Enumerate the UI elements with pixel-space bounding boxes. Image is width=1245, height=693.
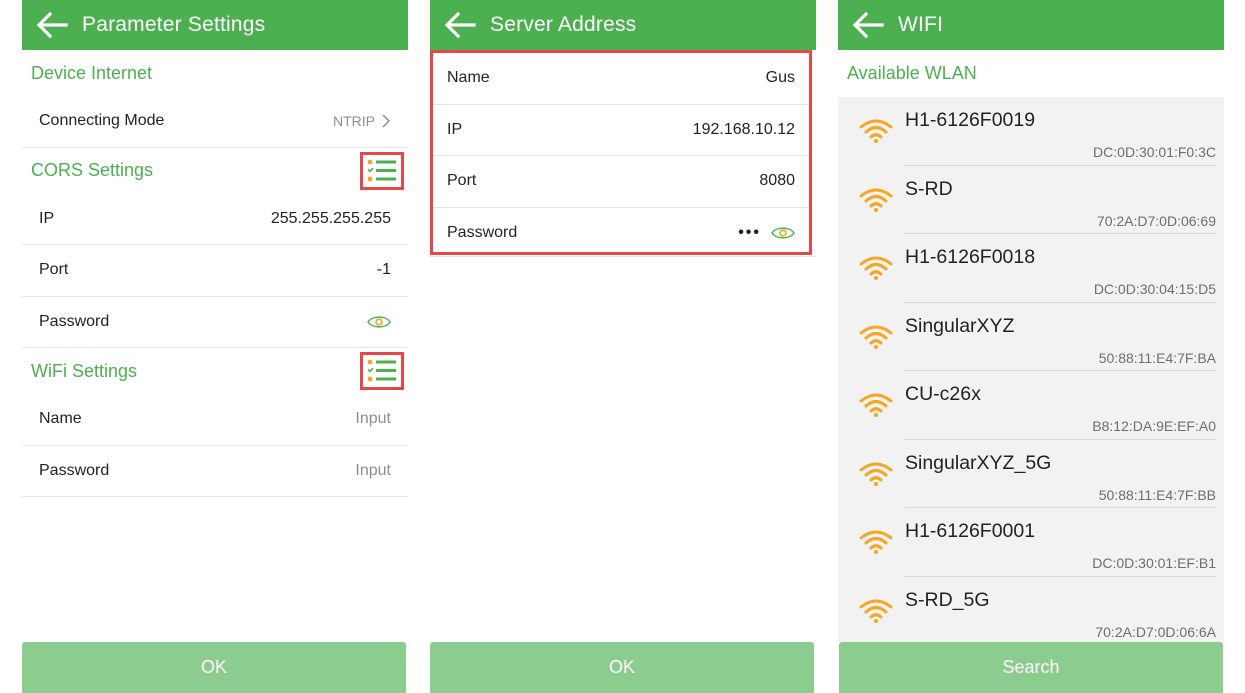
device-internet-header: Device Internet	[31, 62, 153, 83]
wlan-ssid: H1-6126F0001	[905, 520, 1036, 542]
wlan-list-item[interactable]: S-RD_5G 70:2A:D7:0D:06:6A	[838, 577, 1224, 643]
cors-ip-value[interactable]: 255.255.255.255	[271, 210, 391, 228]
server-password-row[interactable]: Password •••	[433, 208, 809, 260]
parameter-settings-screen: Parameter Settings Device Internet Conne…	[22, 0, 408, 693]
wlan-list-item[interactable]: SingularXYZ_5G 50:88:11:E4:7F:BB	[838, 440, 1224, 508]
back-button[interactable]	[430, 0, 490, 50]
wlan-mac: 50:88:11:E4:7F:BB	[1098, 486, 1216, 503]
wlan-list-item[interactable]: SingularXYZ 50:88:11:E4:7F:BA	[838, 303, 1224, 371]
wlan-mac: 70:2A:D7:0D:06:69	[1096, 212, 1216, 229]
eye-icon[interactable]	[367, 314, 391, 330]
wifi-signal-icon	[859, 599, 893, 623]
divider	[430, 256, 816, 257]
wifi-screen: WIFI Available WLAN H1-6126F0019 DC:0D:30…	[838, 0, 1224, 693]
server-address-screen: Server Address Name Gus IP 192.168.10.12…	[430, 0, 816, 693]
cors-port-label: Port	[39, 261, 69, 279]
cors-ip-label: IP	[39, 209, 55, 227]
wifi-signal-icon	[859, 188, 893, 212]
wlan-list-item[interactable]: S-RD 70:2A:D7:0D:06:69	[838, 166, 1224, 234]
server-name-label: Name	[447, 69, 490, 87]
page-title: Parameter Settings	[82, 13, 266, 36]
wifi-signal-icon	[859, 393, 893, 417]
wifi-password-row[interactable]: Password Input	[22, 446, 408, 497]
ok-button[interactable]: OK	[430, 642, 814, 693]
parameter-settings-titlebar: Parameter Settings	[22, 0, 408, 50]
wlan-mac: DC:0D:30:04:15:D5	[1093, 281, 1216, 297]
server-password-value[interactable]: •••	[738, 224, 795, 242]
server-ip-label: IP	[447, 120, 463, 138]
arrow-left-icon	[36, 11, 68, 39]
password-mask: •••	[738, 224, 761, 242]
wifi-titlebar: WIFI	[838, 0, 1224, 50]
chevron-right-icon	[382, 114, 391, 128]
wlan-ssid: H1-6126F0018	[905, 246, 1036, 268]
server-port-label: Port	[447, 172, 477, 190]
wlan-mac: B8:12:DA:9E:EF:A0	[1092, 418, 1216, 434]
server-ip-row[interactable]: IP 192.168.10.12	[433, 105, 809, 156]
wlan-ssid: S-RD_5G	[905, 588, 990, 611]
wifi-signal-icon	[859, 462, 893, 486]
cors-password-label: Password	[39, 312, 110, 330]
wlan-ssid: SingularXYZ	[905, 314, 1015, 337]
wifi-name-input[interactable]: Input	[355, 410, 391, 428]
page-title: WIFI	[898, 13, 944, 36]
wlan-list-item[interactable]: H1-6126F0019 DC:0D:30:01:F0:3C	[838, 97, 1224, 166]
cors-ip-row[interactable]: IP 255.255.255.255	[22, 194, 408, 245]
wlan-mac: DC:0D:30:01:F0:3C	[1093, 144, 1216, 160]
cors-port-row[interactable]: Port -1	[22, 245, 408, 297]
server-port-value[interactable]: 8080	[759, 172, 795, 190]
wlan-ssid: S-RD	[905, 177, 953, 200]
wlan-list-item[interactable]: H1-6126F0001 DC:0D:30:01:EF:B1	[838, 508, 1224, 577]
server-address-titlebar: Server Address	[430, 0, 816, 50]
server-name-value[interactable]: Gus	[766, 69, 795, 87]
wifi-list-button[interactable]	[360, 352, 404, 390]
wlan-ssid: SingularXYZ_5G	[905, 451, 1052, 474]
wlan-ssid: H1-6126F0019	[905, 109, 1036, 131]
arrow-left-icon	[444, 11, 476, 39]
cors-list-button[interactable]	[360, 151, 404, 190]
wifi-name-row[interactable]: Name Input	[22, 394, 408, 446]
cors-password-row[interactable]: Password	[22, 297, 408, 348]
wlan-mac: 70:2A:D7:0D:06:6A	[1095, 623, 1216, 640]
connecting-mode-value[interactable]: NTRIP	[333, 113, 391, 129]
wlan-mac: 50:88:11:E4:7F:BA	[1098, 349, 1216, 366]
wifi-settings-header: WiFi Settings	[22, 348, 408, 394]
server-address-form: Name Gus IP 192.168.10.12 Port 8080 Pass…	[430, 50, 812, 255]
search-button[interactable]: Search	[839, 642, 1223, 693]
server-port-row[interactable]: Port 8080	[433, 156, 809, 208]
arrow-left-icon	[852, 11, 884, 39]
back-button[interactable]	[22, 0, 82, 50]
wlan-mac: DC:0D:30:01:EF:B1	[1092, 555, 1216, 571]
wifi-signal-icon	[859, 325, 893, 349]
cors-settings-header: CORS Settings	[22, 148, 408, 194]
server-password-label: Password	[447, 224, 518, 242]
wifi-signal-icon	[859, 256, 893, 280]
connecting-mode-row[interactable]: Connecting Mode NTRIP	[22, 96, 408, 148]
server-ip-value[interactable]: 192.168.10.12	[693, 121, 795, 139]
wifi-password-input[interactable]: Input	[355, 462, 391, 480]
page-title: Server Address	[490, 13, 637, 36]
wlan-list[interactable]: H1-6126F0019 DC:0D:30:01:F0:3C S-RD 70:2A:D…	[838, 97, 1224, 642]
wifi-signal-icon	[859, 530, 893, 554]
checklist-icon	[367, 159, 396, 181]
eye-icon[interactable]	[771, 225, 795, 241]
ok-button[interactable]: OK	[22, 642, 406, 693]
back-button[interactable]	[838, 0, 898, 50]
cors-port-value[interactable]: -1	[377, 261, 391, 279]
connecting-mode-label: Connecting Mode	[39, 112, 165, 130]
wifi-name-label: Name	[39, 410, 82, 428]
available-wlan-header: Available WLAN	[847, 62, 977, 83]
wifi-signal-icon	[859, 119, 893, 143]
wlan-list-item[interactable]: H1-6126F0018 DC:0D:30:04:15:D5	[838, 234, 1224, 303]
wlan-ssid: CU-c26x	[905, 383, 981, 405]
server-name-row[interactable]: Name Gus	[433, 53, 809, 105]
wifi-password-label: Password	[39, 461, 110, 479]
checklist-icon	[367, 359, 396, 382]
wlan-list-item[interactable]: CU-c26x B8:12:DA:9E:EF:A0	[838, 371, 1224, 440]
